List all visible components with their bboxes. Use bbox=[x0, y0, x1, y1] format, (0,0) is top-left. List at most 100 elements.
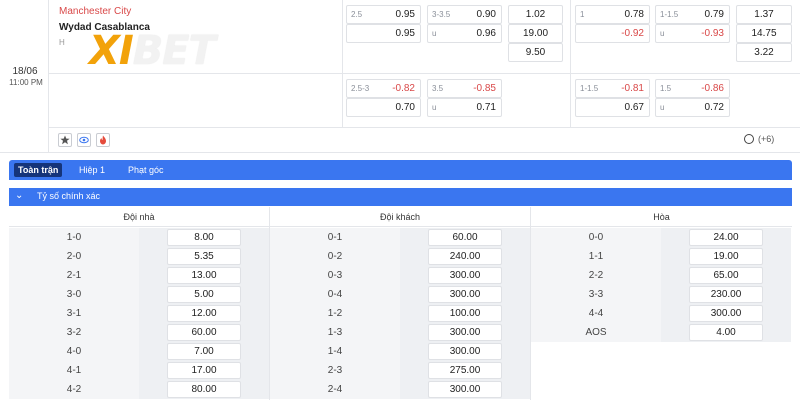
score-odd-button[interactable]: 300.00 bbox=[689, 305, 763, 322]
fire-icon[interactable] bbox=[96, 133, 110, 147]
team-extra-marker: H bbox=[59, 38, 65, 47]
odds-value: -0.93 bbox=[701, 28, 724, 39]
odds-value: -0.86 bbox=[701, 83, 724, 94]
score-odd-button[interactable]: 60.00 bbox=[428, 229, 502, 246]
score-row: 4-1 17.00 bbox=[9, 361, 269, 380]
score-odd-button[interactable]: 24.00 bbox=[689, 229, 763, 246]
odds-cell[interactable]: 2.5 0.95 bbox=[346, 5, 421, 24]
odds-value: 0.70 bbox=[395, 102, 415, 113]
score-odd-button[interactable]: 300.00 bbox=[428, 324, 502, 341]
odds-cell[interactable]: -0.92 bbox=[575, 24, 650, 43]
odds-cell[interactable]: 1 0.78 bbox=[575, 5, 650, 24]
score-odd-button[interactable]: 5.35 bbox=[167, 248, 241, 265]
xibet-watermark-logo: XIBET bbox=[89, 28, 216, 74]
score-odd-button[interactable]: 7.00 bbox=[167, 343, 241, 360]
score-odd-button[interactable]: 65.00 bbox=[689, 267, 763, 284]
odds-cell[interactable]: 2.5-3 -0.82 bbox=[346, 79, 421, 98]
score-row: 3-2 60.00 bbox=[9, 323, 269, 342]
score-label: 2-3 bbox=[270, 361, 400, 380]
odds-value: 19.00 bbox=[522, 28, 549, 39]
score-odd-button[interactable]: 300.00 bbox=[428, 286, 502, 303]
section-title: Tỷ số chính xác bbox=[37, 191, 101, 201]
star-icon[interactable] bbox=[58, 133, 72, 147]
odds-cell[interactable]: 0.70 bbox=[346, 98, 421, 117]
odds-value: 1.02 bbox=[525, 9, 546, 20]
odds-cell[interactable]: 1.37 bbox=[736, 5, 792, 24]
odds-value: 3.22 bbox=[754, 47, 774, 58]
score-row: 3-0 5.00 bbox=[9, 285, 269, 304]
tab-first-half[interactable]: Hiệp 1 bbox=[75, 163, 109, 177]
odds-cell[interactable]: 19.00 bbox=[508, 24, 563, 43]
score-odd-button[interactable]: 60.00 bbox=[167, 324, 241, 341]
more-markets-button[interactable]: (+6) bbox=[744, 133, 774, 145]
score-label: 0-0 bbox=[531, 228, 661, 247]
score-label: 0-4 bbox=[270, 285, 400, 304]
odds-value: 0.67 bbox=[624, 102, 644, 113]
score-odd-button[interactable]: 5.00 bbox=[167, 286, 241, 303]
odds-line: u bbox=[660, 29, 665, 38]
odds-cell[interactable]: 1.02 bbox=[508, 5, 563, 24]
odds-line: 1 bbox=[580, 10, 585, 19]
score-label: 0-2 bbox=[270, 247, 400, 266]
odds-cell[interactable]: u 0.72 bbox=[655, 98, 730, 117]
odds-cell[interactable]: 3.22 bbox=[736, 43, 792, 62]
match-time: 11:00 PM bbox=[9, 78, 43, 87]
score-odd-button[interactable]: 300.00 bbox=[428, 381, 502, 398]
score-odd-button[interactable]: 230.00 bbox=[689, 286, 763, 303]
score-label: 3-3 bbox=[531, 285, 661, 304]
score-row: 3-1 12.00 bbox=[9, 304, 269, 323]
match-block: 18/06 11:00 PM Manchester City Wydad Cas… bbox=[0, 0, 800, 153]
score-label: 2-4 bbox=[270, 380, 400, 399]
odds-line: 3.5 bbox=[432, 84, 444, 93]
score-odd-button[interactable]: 19.00 bbox=[689, 248, 763, 265]
odds-line: 3-3.5 bbox=[432, 10, 451, 19]
eye-icon[interactable] bbox=[77, 133, 91, 147]
score-odd-button[interactable]: 240.00 bbox=[428, 248, 502, 265]
odds-cell[interactable]: 0.95 bbox=[346, 24, 421, 43]
tab-full-match[interactable]: Toàn trận bbox=[14, 163, 63, 177]
column-header-home: Đội nhà bbox=[9, 207, 269, 227]
odds-cell[interactable]: u 0.96 bbox=[427, 24, 502, 43]
odds-cell[interactable]: u 0.71 bbox=[427, 98, 502, 117]
score-odd-button[interactable]: 275.00 bbox=[428, 362, 502, 379]
odds-value: 0.96 bbox=[476, 28, 496, 39]
score-odd-button[interactable]: 17.00 bbox=[167, 362, 241, 379]
score-odd-button[interactable]: 80.00 bbox=[167, 381, 241, 398]
score-row: 2-1 13.00 bbox=[9, 266, 269, 285]
odds-cell[interactable]: u -0.93 bbox=[655, 24, 730, 43]
score-odd-button[interactable]: 100.00 bbox=[428, 305, 502, 322]
score-row: 3-3 230.00 bbox=[531, 285, 791, 304]
score-odd-button[interactable]: 12.00 bbox=[167, 305, 241, 322]
odds-cell[interactable]: 3-3.5 0.90 bbox=[427, 5, 502, 24]
period-tabs: Toàn trận Hiệp 1 Phạt góc bbox=[9, 160, 792, 180]
score-odd-button[interactable]: 4.00 bbox=[689, 324, 763, 341]
odds-line: 1.5 bbox=[660, 84, 672, 93]
score-label: 1-3 bbox=[270, 323, 400, 342]
tab-corners[interactable]: Phạt góc bbox=[124, 163, 168, 177]
score-odd-button[interactable]: 13.00 bbox=[167, 267, 241, 284]
market-divider bbox=[570, 0, 571, 127]
odds-cell[interactable]: 14.75 bbox=[736, 24, 792, 43]
odds-cell[interactable]: 3.5 -0.85 bbox=[427, 79, 502, 98]
odds-cell[interactable]: 1.5 -0.86 bbox=[655, 79, 730, 98]
odds-line: u bbox=[432, 29, 437, 38]
score-odd-button[interactable]: 300.00 bbox=[428, 267, 502, 284]
correct-score-section-header[interactable]: ⌄ Tỷ số chính xác bbox=[9, 188, 792, 206]
score-odd-button[interactable]: 8.00 bbox=[167, 229, 241, 246]
score-label: 3-0 bbox=[9, 285, 139, 304]
score-odd-button[interactable]: 300.00 bbox=[428, 343, 502, 360]
odds-cell[interactable]: 0.67 bbox=[575, 98, 650, 117]
odds-value: 9.50 bbox=[525, 47, 546, 58]
home-team[interactable]: Manchester City bbox=[59, 6, 131, 17]
odds-line: 2.5 bbox=[351, 10, 363, 19]
odds-cell[interactable]: 1-1.5 -0.81 bbox=[575, 79, 650, 98]
odds-line: 1-1.5 bbox=[660, 10, 679, 19]
odds-cell[interactable]: 9.50 bbox=[508, 43, 563, 62]
odds-cell[interactable]: 1-1.5 0.79 bbox=[655, 5, 730, 24]
teams-panel: Manchester City Wydad Casablanca H XIBET bbox=[49, 0, 343, 127]
score-label: 2-1 bbox=[9, 266, 139, 285]
column-header-away: Đội khách bbox=[270, 207, 530, 227]
odds-value: 0.90 bbox=[476, 9, 496, 20]
odds-line: 2.5-3 bbox=[351, 84, 370, 93]
score-row: 2-2 65.00 bbox=[531, 266, 791, 285]
